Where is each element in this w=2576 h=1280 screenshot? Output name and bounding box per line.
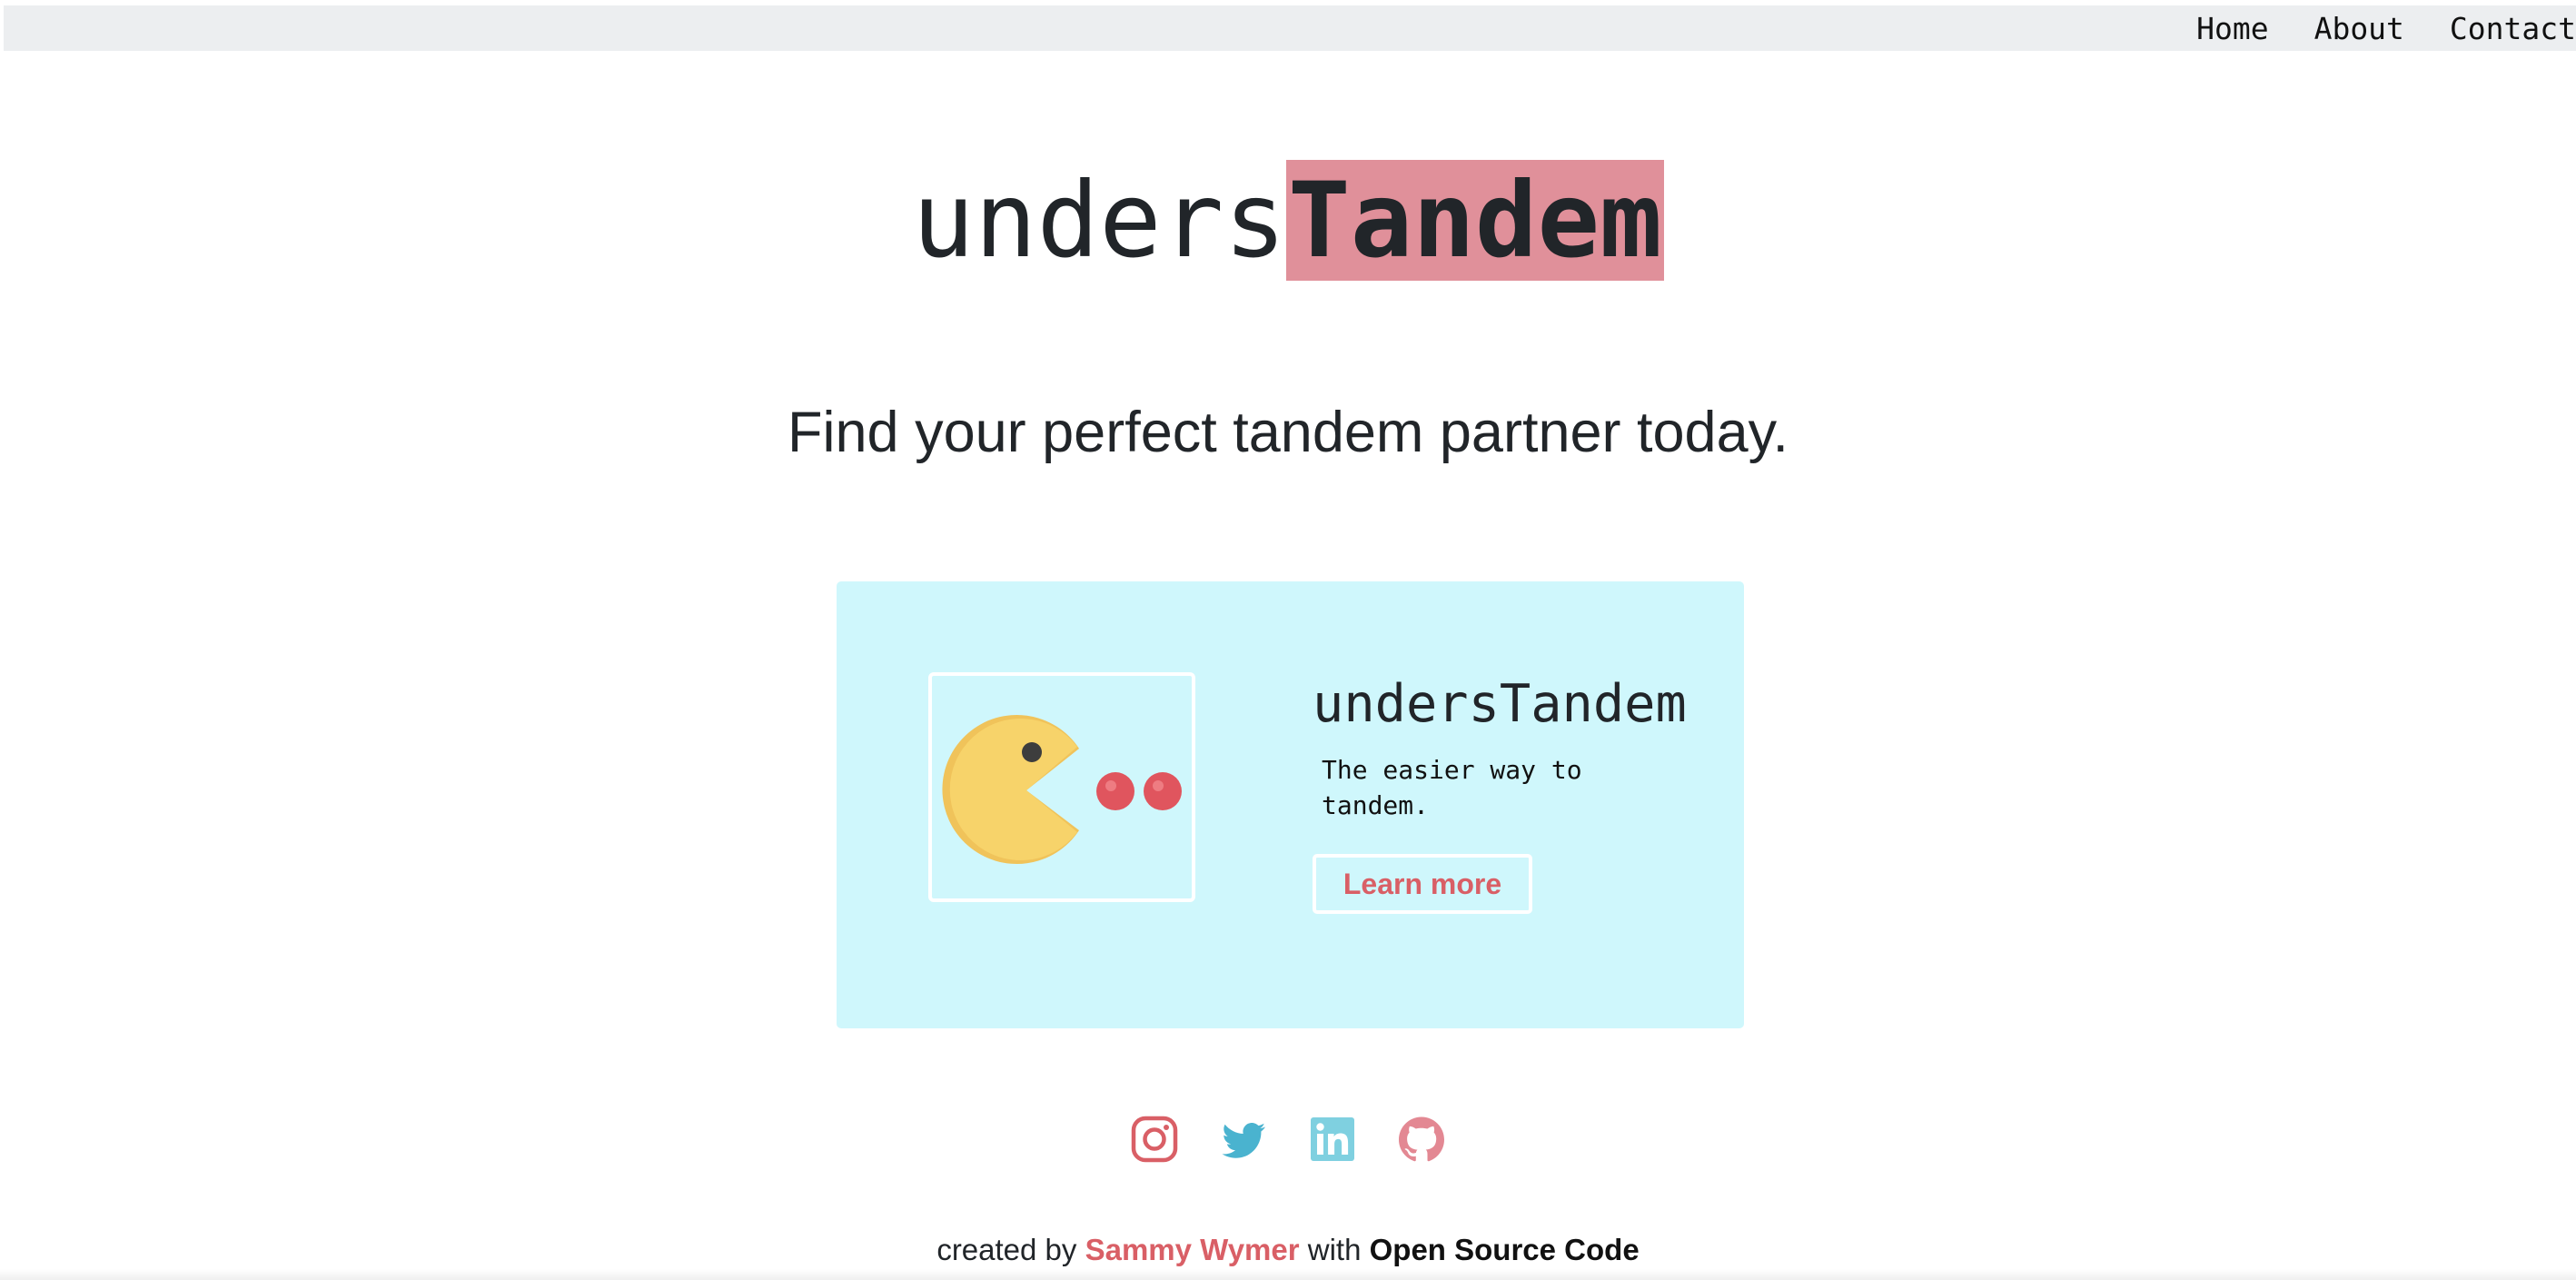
- author-link[interactable]: Sammy Wymer: [1085, 1233, 1300, 1266]
- top-navbar: Home About Contact: [4, 5, 2576, 51]
- source-code-link[interactable]: Open Source Code: [1370, 1233, 1640, 1266]
- pacman-icon: [942, 715, 1182, 864]
- footer-prefix: created by: [936, 1233, 1077, 1266]
- nav-links: Home About Contact: [2151, 5, 2576, 51]
- instagram-icon[interactable]: [1131, 1116, 1178, 1163]
- twitter-icon[interactable]: [1220, 1116, 1267, 1163]
- bottom-shadow: [0, 1269, 2576, 1280]
- footer-middle: with: [1307, 1233, 1362, 1266]
- nav-link-contact[interactable]: Contact: [2450, 11, 2576, 46]
- page: Home About Contact undersTandem Find you…: [0, 0, 2576, 1280]
- learn-more-button[interactable]: Learn more: [1313, 854, 1532, 914]
- brand-title-highlight: Tandem: [1286, 160, 1664, 281]
- brand-title-prefix: unders: [912, 160, 1286, 281]
- tagline: Find your perfect tandem partner today.: [788, 401, 1788, 464]
- card-title: undersTandem: [1313, 674, 1687, 734]
- card-description: The easier way to tandem.: [1322, 755, 1582, 820]
- github-icon[interactable]: [1398, 1116, 1445, 1163]
- social-links: [0, 1116, 2576, 1163]
- feature-card: undersTandem The easier way to tandem. L…: [837, 581, 1744, 1028]
- card-image-frame: [928, 672, 1195, 902]
- linkedin-icon[interactable]: [1309, 1116, 1356, 1163]
- nav-link-about[interactable]: About: [2314, 11, 2404, 46]
- brand-title: undersTandem: [0, 160, 2576, 281]
- nav-link-home[interactable]: Home: [2196, 11, 2268, 46]
- footer-credit: created by Sammy Wymer with Open Source …: [0, 1230, 2576, 1270]
